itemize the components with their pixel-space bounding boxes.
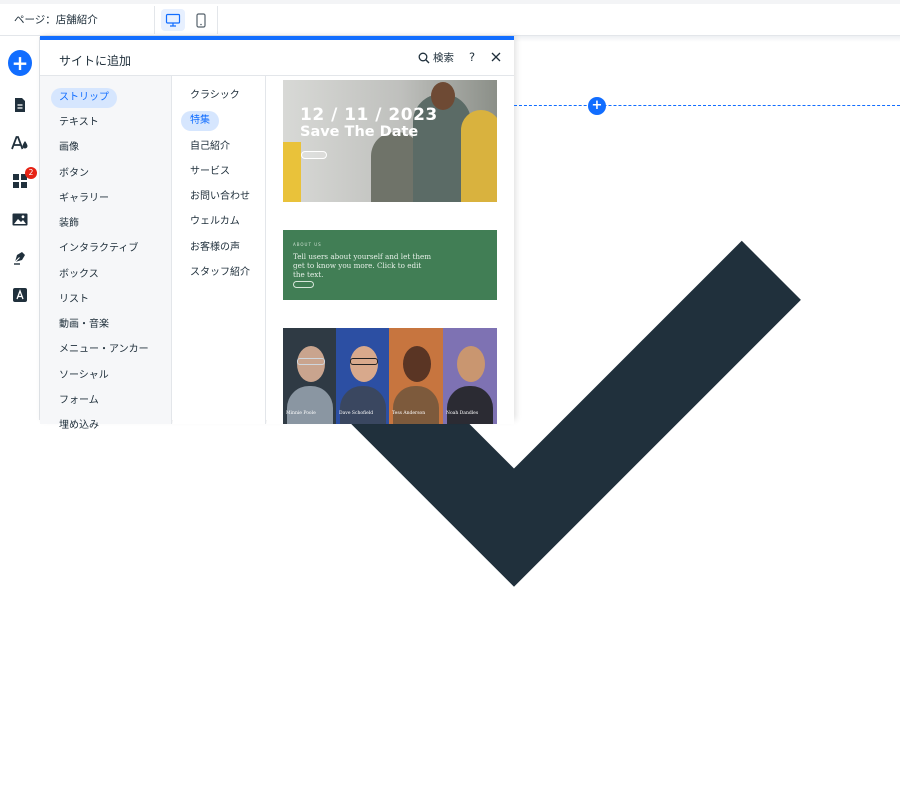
pages-icon — [15, 98, 25, 112]
panel-title: サイトに追加 — [59, 54, 132, 68]
category-text[interactable]: テキスト — [51, 113, 107, 133]
team-glasses — [350, 358, 378, 365]
team-body — [447, 386, 493, 424]
team-name: Dave Schofield — [339, 411, 374, 416]
add-elements-button[interactable]: + — [8, 50, 32, 76]
decoration — [283, 142, 301, 202]
photo-person — [461, 110, 497, 202]
thumbnail-text: Tell users about yourself and let them g… — [293, 252, 432, 279]
team-name: Tess Anderson — [392, 411, 426, 416]
left-toolbar: + 2 — [0, 37, 40, 420]
category-social[interactable]: ソーシャル — [51, 366, 117, 386]
close-icon[interactable] — [490, 50, 502, 64]
mobile-icon — [196, 12, 206, 28]
design-icon — [11, 136, 28, 150]
page-selector[interactable]: ページ：店舗紹介 — [14, 12, 98, 27]
category-decoration[interactable]: 装飾 — [51, 214, 87, 234]
text-style-button[interactable] — [8, 283, 32, 307]
category-interactive[interactable]: インタラクティブ — [51, 239, 146, 259]
category-video-music[interactable]: 動画・音楽 — [51, 315, 117, 335]
pen-icon — [14, 252, 25, 265]
add-section-button[interactable]: + — [588, 97, 606, 115]
section-guide-line — [514, 105, 900, 106]
divider — [217, 6, 218, 34]
desktop-view-button[interactable] — [161, 9, 185, 31]
help-button[interactable]: ? — [469, 50, 475, 64]
page-selector-label: ページ：店舗紹介 — [14, 14, 98, 26]
top-strip — [0, 0, 900, 4]
media-icon — [12, 213, 28, 225]
team-body — [393, 386, 439, 424]
text-style-icon — [13, 288, 27, 302]
subcategory-classic[interactable]: クラシック — [181, 86, 249, 106]
subcategory-welcome[interactable]: ウェルカム — [181, 212, 249, 232]
search-label: 検索 — [433, 52, 454, 64]
canvas-shadow — [514, 36, 900, 42]
subcategory-contact[interactable]: お問い合わせ — [181, 187, 259, 207]
category-form[interactable]: フォーム — [51, 391, 107, 411]
category-button[interactable]: ボタン — [51, 164, 97, 184]
team-name: Noah Dandles — [446, 411, 479, 416]
media-button[interactable] — [8, 207, 32, 231]
team-body — [340, 386, 386, 424]
strip-thumbnail-save-the-date[interactable]: 12 / 11 / 2023 Save The Date — [283, 80, 497, 202]
mobile-view-button[interactable] — [189, 9, 213, 31]
apps-button[interactable]: 2 — [8, 167, 37, 193]
category-box[interactable]: ボックス — [51, 265, 107, 285]
design-button[interactable] — [8, 131, 32, 155]
subcategory-team[interactable]: スタッフ紹介 — [181, 263, 259, 283]
team-photo: Noah Dandles — [443, 328, 497, 424]
category-strip[interactable]: ストリップ — [51, 88, 117, 108]
subcategory-list: クラシック 特集 自己紹介 サービス お問い合わせ ウェルカム お客様の声 スタ… — [173, 76, 266, 424]
divider — [154, 6, 155, 34]
team-photo: Minnie Poole — [283, 328, 337, 424]
thumbnail-button — [301, 151, 327, 159]
add-panel: サイトに追加 検索 ? ストリップ テキスト 画像 ボタン ギャラリー 装飾 イ… — [40, 36, 514, 431]
team-name: Minnie Poole — [286, 411, 316, 416]
team-face — [403, 346, 431, 382]
category-list: ストリップ テキスト 画像 ボタン ギャラリー 装飾 インタラクティブ ボックス… — [40, 76, 172, 431]
subcategory-services[interactable]: サービス — [181, 162, 239, 182]
category-menu-anchor[interactable]: メニュー・アンカー — [51, 340, 157, 360]
thumbnail-headline: Save The Date — [300, 124, 419, 140]
category-list-item[interactable]: リスト — [51, 290, 97, 310]
team-body — [287, 386, 333, 424]
add-icon: + — [8, 50, 32, 76]
search-button[interactable]: 検索 — [418, 50, 454, 65]
subcategory-about[interactable]: 自己紹介 — [181, 137, 239, 157]
panel-header: サイトに追加 検索 ? — [40, 40, 514, 76]
team-face — [457, 346, 485, 382]
team-photo: Dave Schofield — [336, 328, 390, 424]
category-gallery[interactable]: ギャラリー — [51, 189, 117, 209]
add-icon: + — [591, 98, 603, 113]
strip-thumbnail-team[interactable]: Minnie Poole Dave Schofield Tess Anderso… — [283, 328, 497, 424]
pen-button[interactable] — [8, 245, 32, 269]
team-photo: Tess Anderson — [389, 328, 443, 424]
thumbnail-eyebrow: ABOUT US — [293, 242, 322, 247]
desktop-icon — [165, 13, 181, 27]
thumbnail-date: 12 / 11 / 2023 — [300, 105, 438, 125]
team-glasses — [297, 358, 325, 365]
search-icon — [418, 52, 430, 63]
subcategory-testimonials[interactable]: お客様の声 — [181, 238, 249, 258]
category-image[interactable]: 画像 — [51, 138, 87, 158]
thumbnail-list: 12 / 11 / 2023 Save The Date ABOUT US Te… — [267, 76, 514, 424]
notification-badge: 2 — [25, 167, 37, 179]
pages-button[interactable] — [8, 93, 32, 117]
subcategory-featured[interactable]: 特集 — [181, 111, 219, 131]
top-bar: ページ：店舗紹介 — [0, 0, 900, 587]
thumbnail-button — [293, 281, 314, 288]
strip-thumbnail-about[interactable]: ABOUT US Tell users about yourself and l… — [283, 230, 497, 300]
category-embed[interactable]: 埋め込み — [51, 416, 107, 436]
